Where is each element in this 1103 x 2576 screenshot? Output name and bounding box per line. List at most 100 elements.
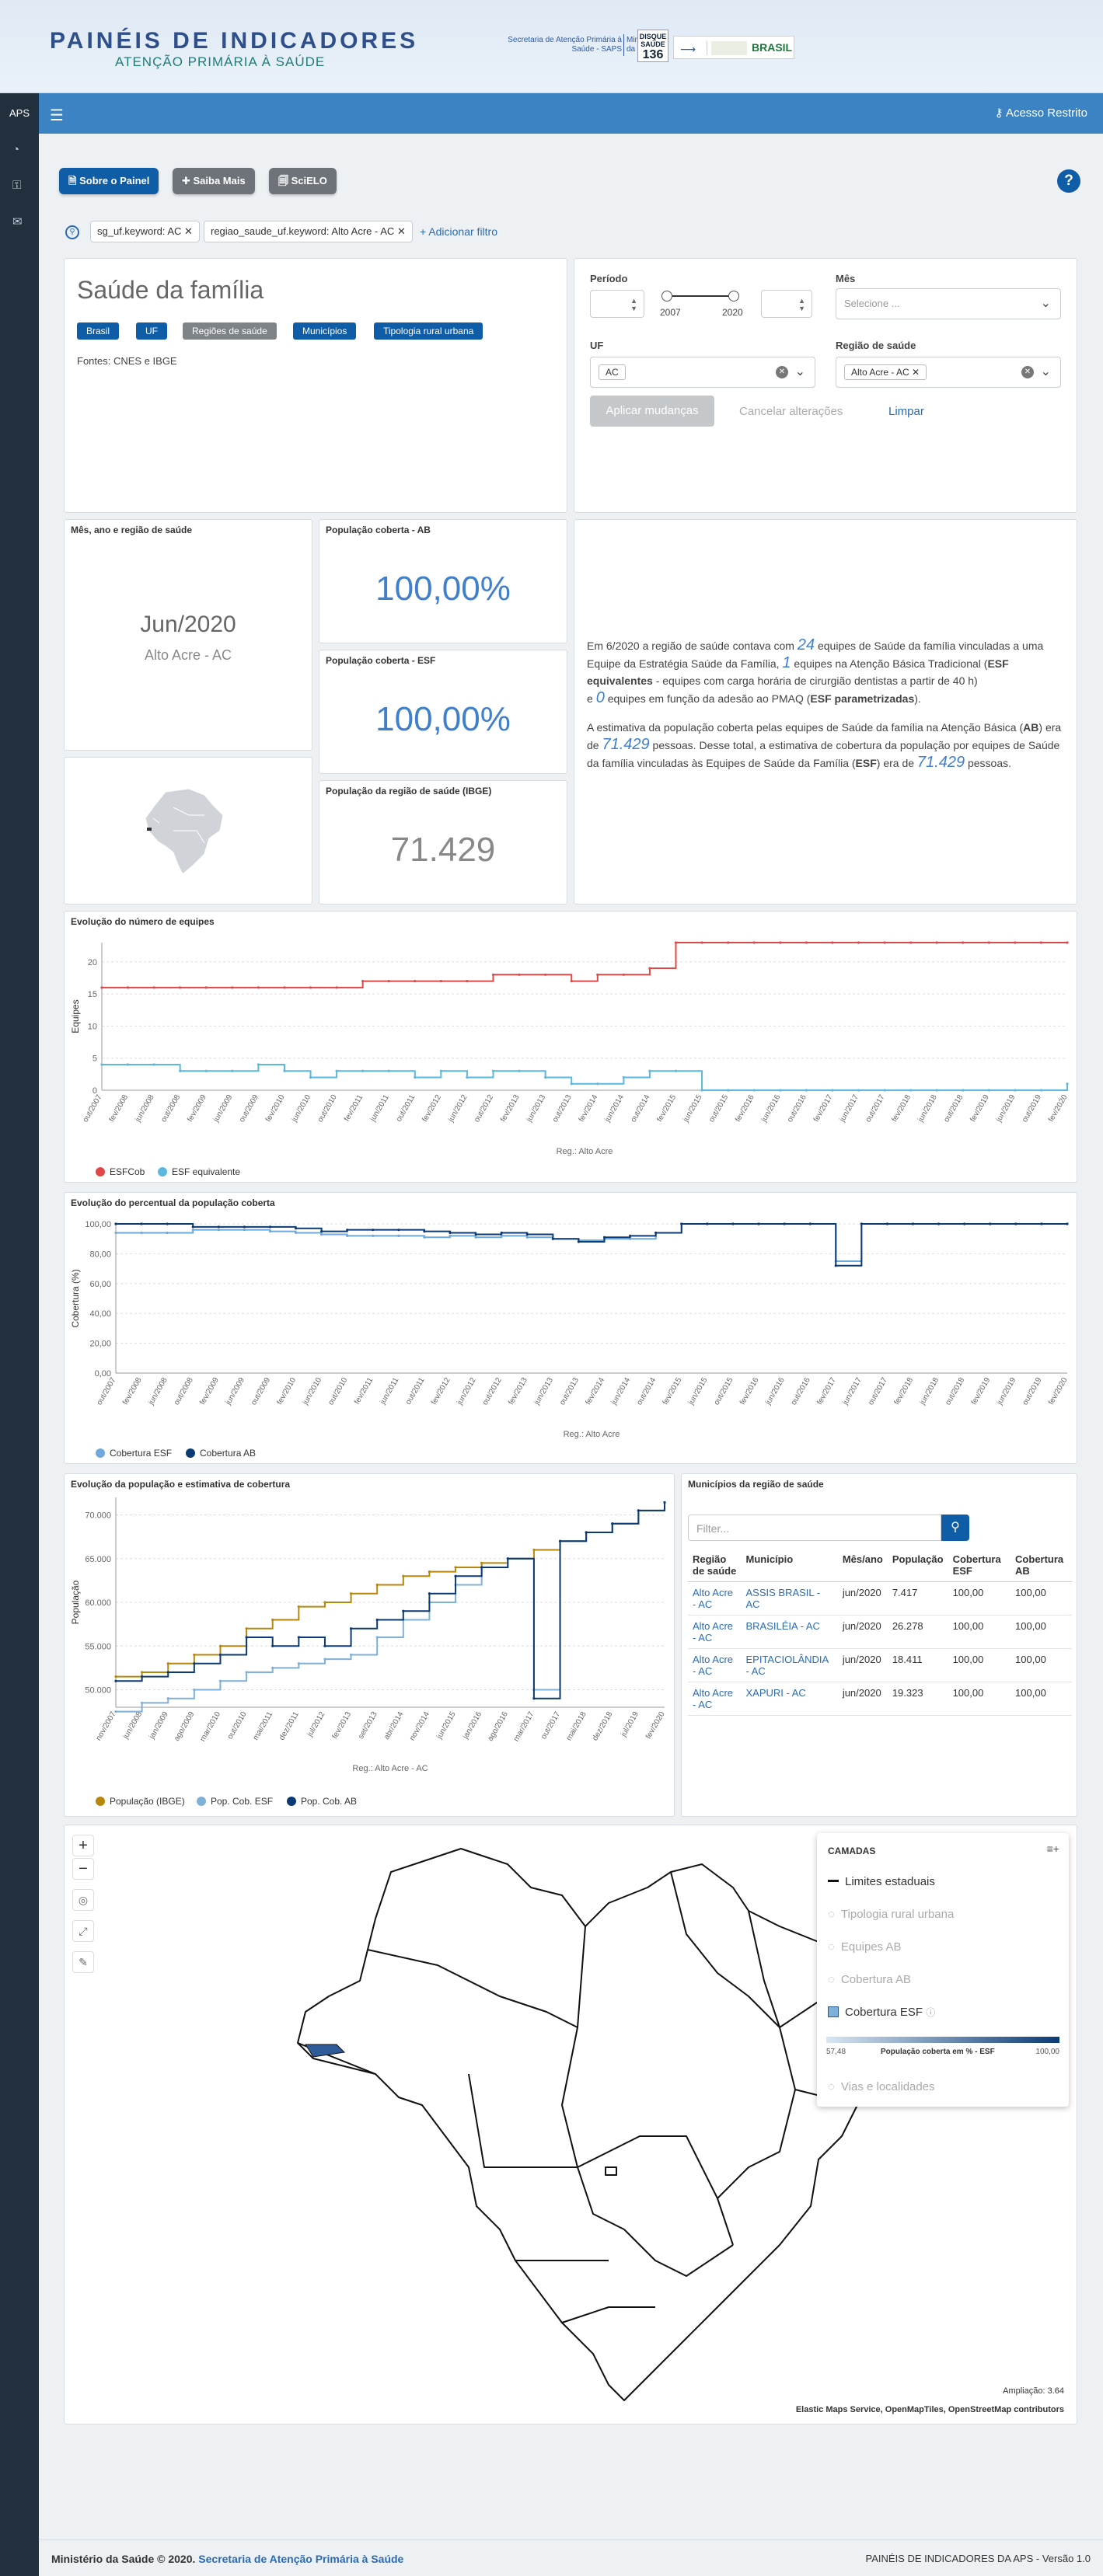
filter-chip-uf[interactable]: sg_uf.keyword: AC ✕ xyxy=(90,221,200,242)
zoom-in-button[interactable]: + xyxy=(72,1835,94,1856)
table-cell[interactable]: Alto Acre - AC xyxy=(688,1682,742,1716)
mail-icon[interactable]: ✉ xyxy=(12,214,26,228)
column-header[interactable]: População xyxy=(887,1549,948,1582)
column-header[interactable]: Mês/ano xyxy=(837,1549,888,1582)
reset-view-icon[interactable]: ◎ xyxy=(72,1889,94,1911)
pie-chart-icon[interactable]: ◔ xyxy=(12,143,26,157)
data-point xyxy=(166,1671,169,1674)
data-point xyxy=(648,1069,651,1072)
zoom-level: Ampliação: 3.64 xyxy=(1003,2386,1064,2396)
brasil-logo: ⟶ BRASIL xyxy=(673,36,794,59)
tab-municipios[interactable]: Municípios xyxy=(293,322,357,340)
x-axis-label: Reg.: Alto Acre xyxy=(564,1430,620,1439)
fontes-label: Fontes: CNES e IBGE xyxy=(77,355,177,367)
table-row: Alto Acre - AC BRASILÉIA - AC jun/2020 26.2… xyxy=(688,1615,1072,1649)
table-cell[interactable]: Alto Acre - AC xyxy=(688,1581,742,1616)
data-point xyxy=(397,1229,400,1232)
x-tick-label: fev/2017 xyxy=(815,1376,838,1407)
column-header[interactable]: Região de saúde xyxy=(688,1549,742,1582)
data-point xyxy=(532,1548,536,1552)
layer-limites-estaduais[interactable]: Limites estaduais xyxy=(828,1875,935,1888)
slider-handle-start[interactable] xyxy=(661,291,672,302)
scielo-button[interactable]: 🗐 SciELO xyxy=(269,168,337,194)
legend-pop-cob-esf[interactable]: Pop. Cob. ESF xyxy=(197,1796,273,1807)
close-icon[interactable]: ✕ xyxy=(912,367,920,378)
layer-cobertura-esf[interactable]: Cobertura ESF ⓘ xyxy=(828,2006,935,2019)
column-header[interactable]: Cobertura ESF xyxy=(948,1549,1011,1582)
data-point xyxy=(349,1653,353,1657)
draw-icon[interactable]: ✎ xyxy=(72,1951,94,1973)
layer-cobertura-ab[interactable]: ◌ Cobertura AB xyxy=(828,1973,911,1986)
spinner-icon[interactable]: ▲ ▼ xyxy=(798,297,805,312)
table-cell[interactable]: XAPURI - AC xyxy=(741,1682,838,1716)
table-cell[interactable]: ASSIS BRASIL - AC xyxy=(741,1581,838,1616)
filter-chip-regiao[interactable]: regiao_saude_uf.keyword: Alto Acre - AC … xyxy=(204,221,413,242)
filter-input[interactable]: Filter... xyxy=(688,1515,941,1541)
zoom-out-button[interactable]: − xyxy=(72,1858,94,1880)
data-point xyxy=(480,1566,483,1569)
legend-pop-cob-ab[interactable]: Pop. Cob. AB xyxy=(287,1796,357,1807)
data-point xyxy=(243,1225,246,1229)
search-icon[interactable]: ⚲ xyxy=(941,1515,969,1541)
info-icon[interactable]: ⓘ xyxy=(926,2007,935,2018)
login-link[interactable]: ⚷ Acesso Restrito xyxy=(995,106,1087,120)
periodo-start-input[interactable]: ▲ ▼ xyxy=(590,290,644,318)
legend-cobertura-ab[interactable]: Cobertura AB xyxy=(186,1448,256,1459)
uf-select[interactable]: AC ✕ ⌄ xyxy=(590,357,815,388)
table-cell[interactable]: Alto Acre - AC xyxy=(688,1615,742,1649)
eye-off-icon[interactable]: ◌ xyxy=(828,1973,835,1986)
eye-off-icon[interactable]: ◌ xyxy=(828,2080,835,2093)
slider-handle-end[interactable] xyxy=(728,291,739,302)
column-header[interactable]: Município xyxy=(741,1549,838,1582)
fit-bounds-icon[interactable]: ⤢ xyxy=(72,1920,94,1942)
data-point xyxy=(323,1601,326,1604)
period-slider-track[interactable] xyxy=(666,295,736,297)
regiao-select[interactable]: Alto Acre - AC ✕ ✕ ⌄ xyxy=(836,357,1061,388)
saiba-mais-button[interactable]: ✚ Saiba Mais xyxy=(173,168,255,194)
periodo-end-input[interactable]: ▲ ▼ xyxy=(761,290,812,318)
apply-button[interactable]: Aplicar mudanças xyxy=(590,396,714,427)
spinner-icon[interactable]: ▲ ▼ xyxy=(630,297,637,312)
data-point xyxy=(731,1222,735,1225)
chevron-down-icon[interactable]: ⌄ xyxy=(1041,295,1051,311)
tab-uf[interactable]: UF xyxy=(136,322,167,340)
eye-off-icon[interactable]: ◌ xyxy=(828,1908,835,1921)
column-header[interactable]: Cobertura AB xyxy=(1011,1549,1072,1582)
legend-esfcob[interactable]: ESFCob xyxy=(96,1166,145,1177)
data-point xyxy=(883,941,886,944)
tab-brasil[interactable]: Brasil xyxy=(77,322,120,340)
add-filter-link[interactable]: + Adicionar filtro xyxy=(420,225,497,238)
cancel-button[interactable]: Cancelar alterações xyxy=(739,405,843,418)
count-esf: 24 xyxy=(797,636,815,654)
layers-menu-icon[interactable]: ≡+ xyxy=(1047,1842,1059,1855)
hamburger-menu-icon[interactable]: ☰ xyxy=(50,106,64,125)
help-icon[interactable]: ? xyxy=(1057,169,1080,193)
legend-cobertura-esf[interactable]: Cobertura ESF xyxy=(96,1448,172,1459)
x-tick-label: jun/2011 xyxy=(379,1376,401,1407)
footer-link[interactable]: Secretaria de Atenção Primária à Saúde xyxy=(198,2553,403,2565)
close-icon[interactable]: ✕ xyxy=(184,225,193,237)
eye-off-icon[interactable]: ◌ xyxy=(828,1940,835,1954)
close-icon[interactable]: ✕ xyxy=(397,225,406,237)
layer-tipologia[interactable]: ◌ Tipologia rural urbana xyxy=(828,1908,954,1921)
layer-equipes-ab[interactable]: ◌ Equipes AB xyxy=(828,1940,901,1954)
layer-vias[interactable]: ◌ Vias e localidades xyxy=(828,2080,935,2093)
key-icon[interactable]: ⚿ xyxy=(12,179,26,193)
table-cell[interactable]: BRASILÉIA - AC xyxy=(741,1615,838,1649)
legend-esf-equivalente[interactable]: ESF equivalente xyxy=(158,1166,240,1177)
clear-icon[interactable]: ✕ xyxy=(1021,366,1034,378)
data-point xyxy=(218,1653,222,1657)
sobre-painel-button[interactable]: 🗎 Sobre o Painel xyxy=(59,168,159,194)
chevron-down-icon[interactable]: ⌄ xyxy=(1041,364,1051,379)
filter-options-icon[interactable]: ⚲ xyxy=(65,225,79,239)
mes-select[interactable]: Selecione ... ⌄ xyxy=(836,288,1061,319)
legend-populacao-ibge[interactable]: População (IBGE) xyxy=(96,1796,185,1807)
tab-tipologia[interactable]: Tipologia rural urbana xyxy=(374,322,483,340)
tab-regioes[interactable]: Regiões de saúde xyxy=(183,322,277,340)
chevron-down-icon[interactable]: ⌄ xyxy=(795,364,805,379)
x-tick-label: fev/2010 xyxy=(264,1093,287,1124)
clear-button[interactable]: Limpar xyxy=(888,405,924,418)
table-cell[interactable]: EPITACIOLÂNDIA - AC xyxy=(741,1648,838,1682)
clear-icon[interactable]: ✕ xyxy=(776,366,788,378)
table-cell[interactable]: Alto Acre - AC xyxy=(688,1648,742,1682)
